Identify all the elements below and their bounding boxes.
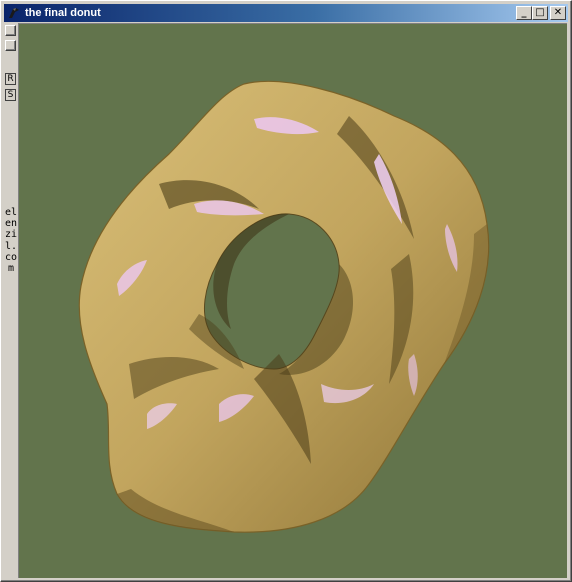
donut-render <box>78 80 490 533</box>
app-icon[interactable] <box>6 5 22 21</box>
3d-viewport[interactable] <box>18 23 567 578</box>
s-button[interactable]: S <box>5 89 16 101</box>
minimize-button[interactable]: _ <box>516 6 532 20</box>
app-window: the final donut _ □ ✕ R S elenzil.com <box>0 0 572 582</box>
close-icon: ✕ <box>553 7 563 18</box>
sidebar: R S elenzil.com <box>4 23 18 579</box>
title-buttons: _ □ ✕ <box>516 6 566 20</box>
minimize-icon: _ <box>521 7 527 18</box>
checkbox-icon[interactable] <box>5 25 16 36</box>
r-button[interactable]: R <box>5 73 16 85</box>
title-bar[interactable]: the final donut _ □ ✕ <box>4 4 568 22</box>
window-title: the final donut <box>25 7 101 19</box>
maximize-button[interactable]: □ <box>532 6 548 20</box>
close-button[interactable]: ✕ <box>550 6 566 20</box>
checkbox-icon[interactable] <box>5 40 16 51</box>
maximize-icon: □ <box>535 7 545 18</box>
website-label: elenzil.com <box>4 207 18 275</box>
